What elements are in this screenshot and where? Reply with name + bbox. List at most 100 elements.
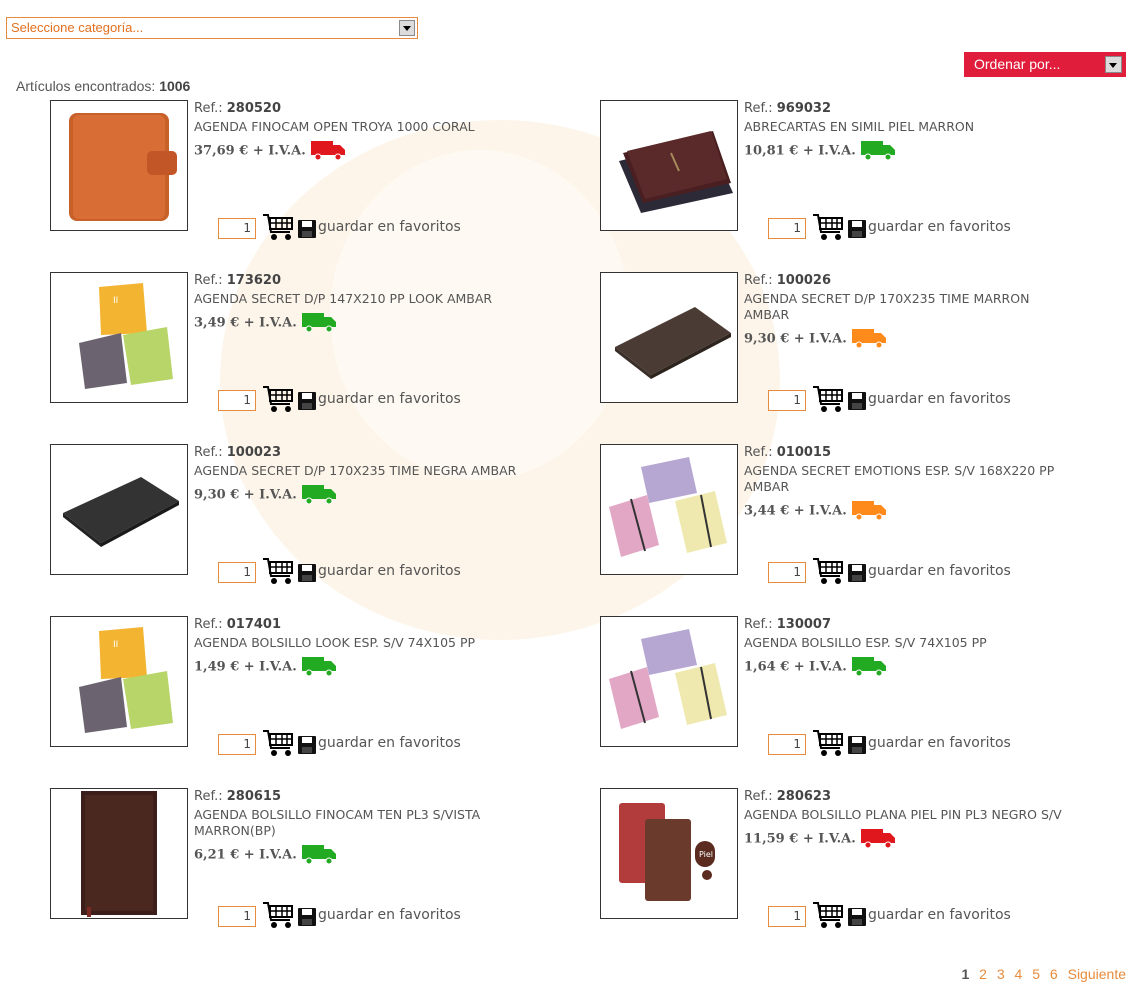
- product-name[interactable]: AGENDA SECRET EMOTIONS ESP. S/V 168X220 …: [744, 463, 1074, 495]
- add-favorite-link[interactable]: guardar en favoritos: [318, 563, 461, 579]
- product-card: Ref.: 100026 AGENDA SECRET D/P 170X235 TI…: [600, 272, 1100, 432]
- save-icon[interactable]: [848, 564, 866, 586]
- add-favorite-link[interactable]: guardar en favoritos: [868, 391, 1011, 407]
- quantity-input[interactable]: 1: [218, 562, 256, 583]
- save-icon[interactable]: [298, 564, 316, 586]
- product-card: Ref.: 010015 AGENDA SECRET EMOTIONS ESP. …: [600, 444, 1100, 604]
- chevron-down-icon[interactable]: [399, 20, 415, 36]
- save-icon[interactable]: [848, 908, 866, 930]
- price-amount: 3,44 €: [744, 503, 790, 519]
- delivery-truck-icon: [860, 826, 896, 852]
- chevron-down-icon[interactable]: [1105, 56, 1122, 73]
- price-amount: 6,21 €: [194, 847, 240, 863]
- page-link[interactable]: 5: [1032, 966, 1040, 982]
- product-ref: Ref.: 280615: [194, 788, 524, 805]
- product-ref: Ref.: 100023: [194, 444, 524, 461]
- save-icon[interactable]: [848, 736, 866, 758]
- product-name[interactable]: AGENDA BOLSILLO LOOK ESP. S/V 74X105 PP: [194, 635, 524, 651]
- next-page-link[interactable]: Siguiente: [1068, 966, 1126, 982]
- ref-number: 280615: [226, 789, 282, 804]
- cart-icon[interactable]: [812, 728, 846, 762]
- delivery-truck-icon: [301, 842, 337, 868]
- category-select[interactable]: Seleccione categoría...: [6, 17, 418, 39]
- cart-icon[interactable]: [262, 384, 296, 418]
- quantity-input[interactable]: 1: [768, 218, 806, 239]
- cart-icon[interactable]: [262, 900, 296, 934]
- save-icon[interactable]: [298, 220, 316, 242]
- product-name[interactable]: AGENDA BOLSILLO ESP. S/V 74X105 PP: [744, 635, 1074, 651]
- product-price: 10,81 € + I.V.A.: [744, 144, 856, 159]
- add-favorite-link[interactable]: guardar en favoritos: [868, 735, 1011, 751]
- save-icon[interactable]: [298, 392, 316, 414]
- quantity-input[interactable]: 1: [218, 390, 256, 411]
- product-image[interactable]: II: [50, 616, 188, 747]
- page-link[interactable]: 2: [979, 966, 987, 982]
- svg-text:Piel: Piel: [699, 850, 713, 859]
- product-card: Ref.: 100023 AGENDA SECRET D/P 170X235 TI…: [50, 444, 550, 604]
- add-favorite-link[interactable]: guardar en favoritos: [868, 563, 1011, 579]
- quantity-input[interactable]: 1: [218, 218, 256, 239]
- sort-select[interactable]: Ordenar por...: [964, 52, 1126, 77]
- svg-text:II: II: [113, 296, 118, 306]
- product-image[interactable]: [600, 272, 738, 403]
- quantity-input[interactable]: 1: [768, 562, 806, 583]
- product-name[interactable]: ABRECARTAS EN SIMIL PIEL MARRON: [744, 119, 1074, 135]
- product-image[interactable]: [600, 444, 738, 575]
- add-favorite-link[interactable]: guardar en favoritos: [318, 735, 461, 751]
- product-name[interactable]: AGENDA SECRET D/P 147X210 PP LOOK AMBAR: [194, 291, 524, 307]
- add-favorite-link[interactable]: guardar en favoritos: [868, 907, 1011, 923]
- quantity-input[interactable]: 1: [768, 906, 806, 927]
- product-image[interactable]: [600, 616, 738, 747]
- quantity-input[interactable]: 1: [768, 390, 806, 411]
- quantity-input[interactable]: 1: [218, 906, 256, 927]
- cart-icon[interactable]: [262, 556, 296, 590]
- page-link[interactable]: 4: [1015, 966, 1023, 982]
- save-icon[interactable]: [848, 392, 866, 414]
- product-name[interactable]: AGENDA SECRET D/P 170X235 TIME NEGRA AMB…: [194, 463, 524, 479]
- add-favorite-link[interactable]: guardar en favoritos: [868, 219, 1011, 235]
- product-name[interactable]: AGENDA FINOCAM OPEN TROYA 1000 CORAL: [194, 119, 524, 135]
- quantity-input[interactable]: 1: [768, 734, 806, 755]
- ref-label: Ref.:: [194, 273, 223, 288]
- category-select-value: Seleccione categoría...: [11, 20, 144, 35]
- page-link[interactable]: 3: [997, 966, 1005, 982]
- cart-icon[interactable]: [812, 900, 846, 934]
- cart-icon[interactable]: [262, 212, 296, 246]
- save-icon[interactable]: [298, 736, 316, 758]
- product-name[interactable]: AGENDA BOLSILLO FINOCAM TEN PL3 S/VISTA …: [194, 807, 524, 839]
- cart-icon[interactable]: [812, 212, 846, 246]
- add-favorite-link[interactable]: guardar en favoritos: [318, 219, 461, 235]
- product-image[interactable]: [50, 100, 188, 231]
- sort-select-value: Ordenar por...: [974, 56, 1061, 72]
- cart-icon[interactable]: [812, 384, 846, 418]
- ref-label: Ref.:: [194, 789, 223, 804]
- product-image[interactable]: Piel: [600, 788, 738, 919]
- price-amount: 10,81 €: [744, 143, 799, 159]
- delivery-truck-icon: [301, 482, 337, 508]
- save-icon[interactable]: [298, 908, 316, 930]
- price-suffix: + I.V.A.: [802, 143, 856, 159]
- product-price: 1,64 € + I.V.A.: [744, 660, 847, 675]
- cart-icon[interactable]: [812, 556, 846, 590]
- save-icon[interactable]: [848, 220, 866, 242]
- product-image[interactable]: [50, 444, 188, 575]
- price-suffix: + I.V.A.: [793, 659, 847, 675]
- product-card: Ref.: 969032 ABRECARTAS EN SIMIL PIEL MAR…: [600, 100, 1100, 260]
- product-image[interactable]: [600, 100, 738, 231]
- product-ref: Ref.: 280623: [744, 788, 1074, 805]
- product-name[interactable]: AGENDA SECRET D/P 170X235 TIME MARRON AM…: [744, 291, 1074, 323]
- product-price: 9,30 € + I.V.A.: [744, 332, 847, 347]
- page-link[interactable]: 1: [961, 966, 969, 982]
- cart-icon[interactable]: [262, 728, 296, 762]
- add-favorite-link[interactable]: guardar en favoritos: [318, 907, 461, 923]
- add-favorite-link[interactable]: guardar en favoritos: [318, 391, 461, 407]
- product-price: 3,44 € + I.V.A.: [744, 504, 847, 519]
- product-image[interactable]: [50, 788, 188, 919]
- ref-number: 280623: [776, 789, 832, 804]
- product-name[interactable]: AGENDA BOLSILLO PLANA PIEL PIN PL3 NEGRO…: [744, 807, 1074, 823]
- product-card: II Ref.: 173620 AGENDA SECRET D/P 147X210 …: [50, 272, 550, 432]
- page-link[interactable]: 6: [1050, 966, 1058, 982]
- product-image[interactable]: II: [50, 272, 188, 403]
- quantity-input[interactable]: 1: [218, 734, 256, 755]
- pagination: 1 2 3 4 5 6 Siguiente: [955, 966, 1126, 982]
